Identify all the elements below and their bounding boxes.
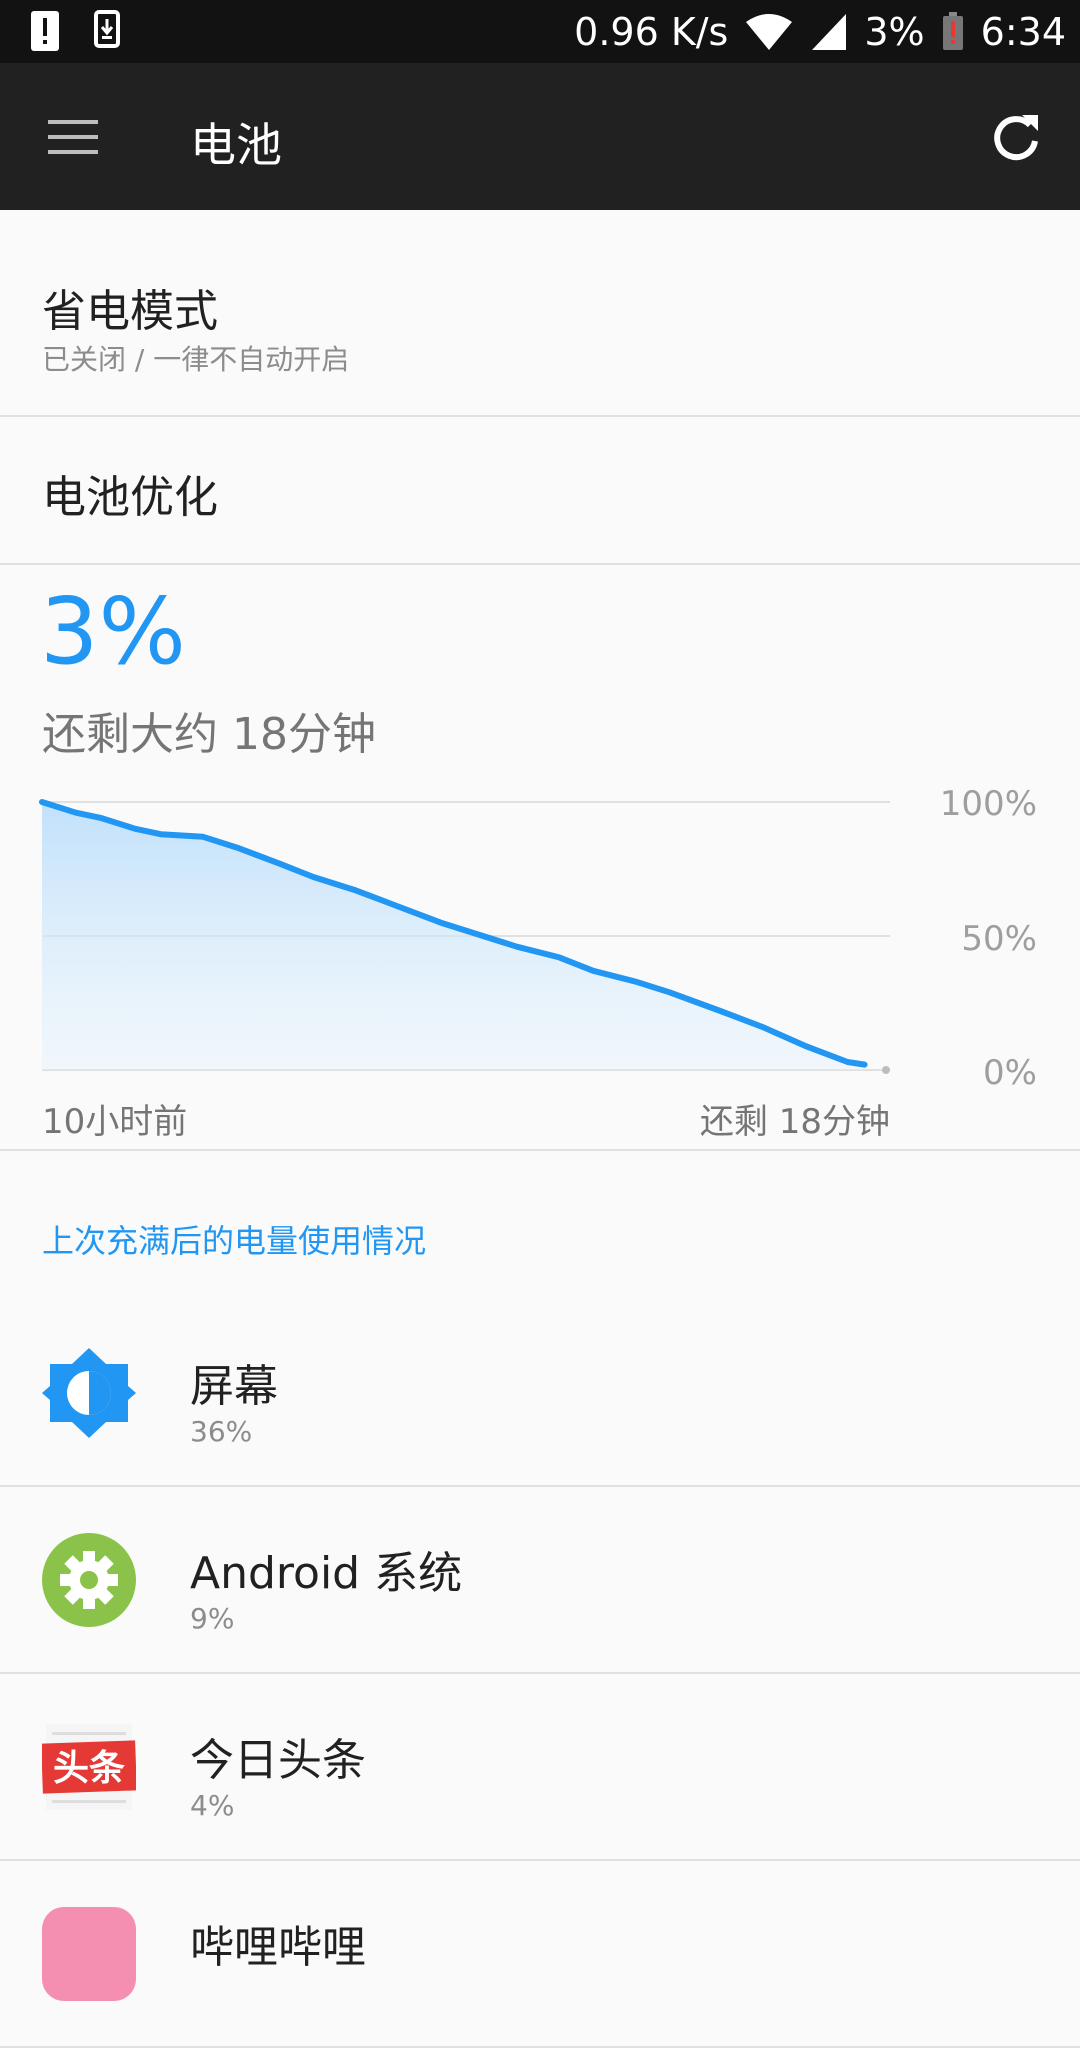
remaining-time: 还剩大约 18分钟 — [42, 709, 376, 760]
battery-low-icon — [942, 12, 963, 50]
x-start-label: 10小时前 — [42, 1102, 187, 1140]
settings-gear-icon — [42, 1533, 136, 1627]
bilibili-icon — [42, 1907, 136, 2001]
wifi-icon — [746, 14, 793, 50]
usage-item-toutiao[interactable]: 头条 今日头条 4% — [0, 1674, 1080, 1861]
usage-item-name: 哔哩哔哩 — [190, 1922, 366, 1973]
battery-percent: 3% — [864, 10, 925, 54]
usage-item-android-system[interactable]: Android 系统 9% — [0, 1487, 1080, 1674]
chart-divider — [0, 1149, 1080, 1151]
battery-optimization-title: 电池优化 — [42, 472, 218, 523]
battery-level: 3% — [40, 578, 186, 685]
download-icon — [94, 10, 120, 48]
status-bar: 0.96 K/s 3% 6:34 — [0, 0, 1080, 63]
alert-icon — [31, 11, 59, 51]
power-saving-mode-row[interactable]: 省电模式 已关闭 / 一律不自动开启 — [0, 210, 1080, 417]
power-saving-title: 省电模式 — [42, 286, 218, 337]
usage-section-header: 上次充满后的电量使用情况 — [42, 1222, 427, 1260]
net-speed: 0.96 K/s — [574, 10, 729, 54]
power-saving-subtitle: 已关闭 / 一律不自动开启 — [42, 343, 350, 376]
projection-end-point — [882, 1066, 890, 1074]
usage-item-percent: 4% — [190, 1789, 235, 1822]
usage-item-bilibili[interactable]: 哔哩哔哩 — [0, 1861, 1080, 2048]
clock: 6:34 — [980, 10, 1066, 54]
menu-icon[interactable] — [48, 118, 98, 156]
battery-optimization-row[interactable]: 电池优化 — [0, 417, 1080, 565]
battery-history-chart: 100% 50% 0% 10小时前 还剩 18分钟 — [39, 784, 1037, 1140]
usage-item-screen[interactable]: 屏幕 36% — [0, 1300, 1080, 1487]
app-toolbar: 电池 — [0, 63, 1080, 210]
usage-item-name: 今日头条 — [190, 1735, 366, 1786]
y-tick-100: 100% — [940, 784, 1037, 824]
y-tick-50: 50% — [961, 919, 1037, 959]
page-title: 电池 — [190, 118, 282, 172]
usage-item-name: 屏幕 — [190, 1361, 278, 1412]
toutiao-icon-text: 头条 — [53, 1748, 125, 1789]
toutiao-icon: 头条 — [42, 1724, 136, 1810]
signal-icon — [812, 14, 847, 50]
y-tick-0: 0% — [983, 1053, 1037, 1093]
usage-item-percent: 36% — [190, 1415, 253, 1448]
usage-item-percent: 9% — [190, 1602, 235, 1635]
refresh-icon[interactable] — [990, 111, 1042, 163]
brightness-icon — [42, 1348, 136, 1438]
x-end-label: 还剩 18分钟 — [700, 1102, 890, 1140]
usage-item-name: Android 系统 — [190, 1548, 463, 1599]
